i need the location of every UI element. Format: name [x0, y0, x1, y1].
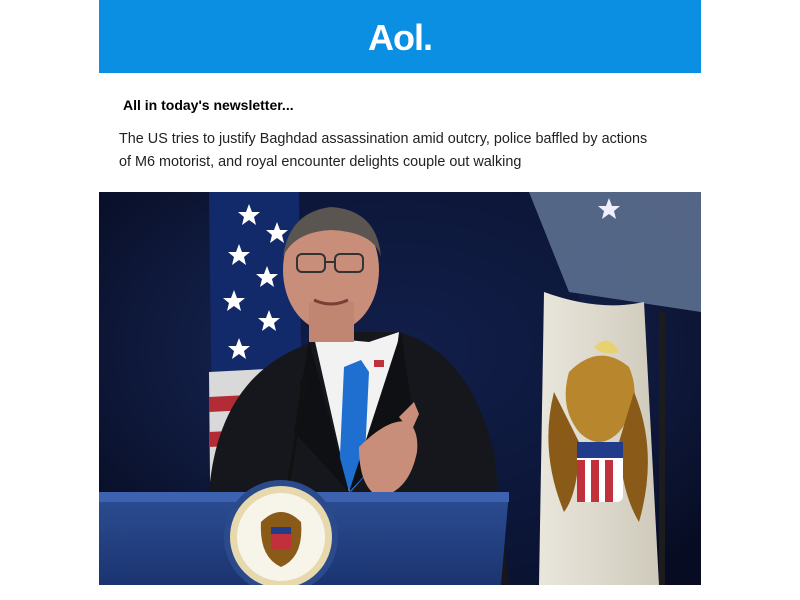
newsletter-summary: The US tries to justify Baghdad assassin… — [119, 131, 648, 170]
newsletter-email: Aol. All in today's newsletter... The US… — [99, 0, 701, 585]
hero-image[interactable] — [99, 192, 701, 585]
photo-icon — [99, 192, 701, 585]
brand-header: Aol. — [99, 0, 701, 73]
newsletter-heading: All in today's newsletter... — [123, 97, 294, 113]
aol-logo[interactable]: Aol. — [368, 19, 433, 56]
